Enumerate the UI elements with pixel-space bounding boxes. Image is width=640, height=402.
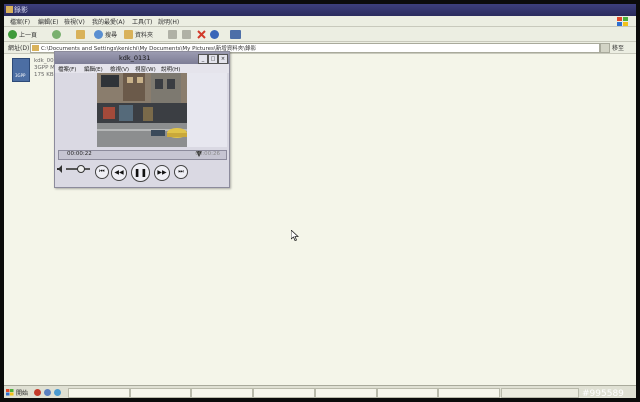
menu-tools[interactable]: 工具(T) xyxy=(132,17,152,26)
forward-button[interactable] xyxy=(52,29,61,39)
quick-launch-icon[interactable] xyxy=(44,389,51,396)
player-menu-view[interactable]: 檢視(V) xyxy=(110,65,129,73)
folders-label: 資料夾 xyxy=(135,31,154,39)
search-label: 搜尋 xyxy=(105,31,118,39)
move-to-button[interactable] xyxy=(168,29,177,39)
forward-arrow-icon xyxy=(52,29,61,39)
maximize-icon[interactable]: □ xyxy=(208,54,218,64)
back-button[interactable]: 上一頁 xyxy=(8,29,37,39)
video-side-panel xyxy=(187,73,227,147)
video-frame[interactable] xyxy=(97,73,187,147)
video-file-icon[interactable]: 3GPP xyxy=(12,58,30,82)
toolbar: 上一頁 搜尋 資料夾 xyxy=(4,27,636,42)
player-menu-help[interactable]: 說明(H) xyxy=(161,65,180,73)
back-arrow-icon xyxy=(8,29,17,39)
taskbar-window-button[interactable] xyxy=(376,388,439,398)
window-title: 錄影 xyxy=(14,6,28,14)
volume-icon xyxy=(57,165,62,173)
taskbar-window-button[interactable] xyxy=(68,388,130,398)
go-button[interactable]: 移至 xyxy=(612,43,624,52)
views-button[interactable] xyxy=(230,29,241,39)
move-to-icon xyxy=(168,29,177,39)
seek-bar[interactable]: 00:00:22 00:00:26 xyxy=(58,150,227,160)
taskbar: 開始 xyxy=(4,385,636,398)
rewind-icon: ◀◀ xyxy=(114,169,124,176)
playback-controls: ⏮ ◀◀ ❚❚ ▶▶ ⏭ xyxy=(55,160,229,186)
taskbar-window-button[interactable] xyxy=(253,388,315,398)
time-current: 00:00:22 xyxy=(67,151,92,157)
taskbar-window-button[interactable] xyxy=(438,388,500,398)
pause-button[interactable]: ❚❚ xyxy=(131,163,150,182)
fast-forward-button[interactable]: ▶▶ xyxy=(154,165,170,181)
copy-to-icon xyxy=(182,29,191,39)
search-button[interactable]: 搜尋 xyxy=(94,29,117,39)
taskbar-window-button[interactable] xyxy=(314,388,377,398)
player-menu-file[interactable]: 檔案(F) xyxy=(58,65,76,73)
windows-flag-icon xyxy=(6,389,14,396)
menu-view[interactable]: 檢視(V) xyxy=(64,17,85,26)
up-folder-button[interactable] xyxy=(76,29,85,39)
player-menu-window[interactable]: 視窗(W) xyxy=(135,65,156,73)
undo-button[interactable] xyxy=(210,29,219,39)
mouse-cursor-icon xyxy=(291,230,299,241)
start-label: 開始 xyxy=(16,390,29,397)
skip-end-icon: ⏭ xyxy=(178,168,184,175)
player-menu-edit[interactable]: 編輯(E) xyxy=(84,65,103,73)
menu-help[interactable]: 說明(H) xyxy=(158,17,179,26)
quick-launch-icon[interactable] xyxy=(54,389,61,396)
screen: 錄影 檔案(F) 編輯(E) 檢視(V) 我的最愛(A) 工具(T) 說明(H)… xyxy=(4,4,636,398)
close-icon[interactable]: × xyxy=(218,54,228,64)
menu-bar: 檔案(F) 編輯(E) 檢視(V) 我的最愛(A) 工具(T) 說明(H) xyxy=(4,16,636,27)
quick-launch-icon[interactable] xyxy=(34,389,41,396)
time-total: 00:00:26 xyxy=(195,151,220,157)
back-label: 上一頁 xyxy=(19,31,38,39)
delete-icon xyxy=(197,29,206,39)
file-size: 175 KB xyxy=(34,72,54,78)
up-folder-icon xyxy=(76,29,85,39)
skip-start-button[interactable]: ⏮ xyxy=(95,165,109,179)
folders-button[interactable]: 資料夾 xyxy=(124,29,153,39)
address-label: 網址(D) xyxy=(8,45,30,52)
address-dropdown-button[interactable] xyxy=(600,43,610,53)
windows-logo-icon xyxy=(617,17,628,26)
rewind-button[interactable]: ◀◀ xyxy=(111,165,127,181)
folder-icon xyxy=(6,6,13,13)
delete-button[interactable] xyxy=(197,29,206,39)
pause-icon: ❚❚ xyxy=(133,168,148,177)
fast-forward-icon: ▶▶ xyxy=(157,169,167,176)
file-type-badge: 3GPP xyxy=(15,73,26,78)
watermark-text: #995589 xyxy=(582,389,624,399)
skip-end-button[interactable]: ⏭ xyxy=(174,165,188,179)
system-tray xyxy=(501,388,579,398)
player-titlebar[interactable]: kdk_0131 _ □ × xyxy=(55,52,229,64)
window-titlebar[interactable]: 錄影 xyxy=(4,4,636,16)
taskbar-window-button[interactable] xyxy=(129,388,192,398)
menu-edit[interactable]: 編輯(E) xyxy=(38,17,58,26)
undo-icon xyxy=(210,29,219,39)
taskbar-window-button[interactable] xyxy=(191,388,254,398)
folders-icon xyxy=(124,29,133,39)
player-title: kdk_0131 xyxy=(119,54,151,62)
skip-start-icon: ⏮ xyxy=(99,168,105,175)
media-player-window[interactable]: kdk_0131 _ □ × 檔案(F) 編輯(E) 檢視(V) 視窗(W) 說… xyxy=(54,51,230,188)
start-button[interactable]: 開始 xyxy=(6,388,28,397)
player-menu-bar: 檔案(F) 編輯(E) 檢視(V) 視窗(W) 說明(H) xyxy=(55,64,229,73)
address-folder-icon xyxy=(32,45,39,51)
search-icon xyxy=(94,29,103,39)
menu-favorites[interactable]: 我的最愛(A) xyxy=(92,17,125,26)
menu-file[interactable]: 檔案(F) xyxy=(10,17,30,26)
copy-to-button[interactable] xyxy=(182,29,191,39)
volume-knob[interactable] xyxy=(77,165,86,173)
views-icon xyxy=(230,29,241,39)
minimize-icon[interactable]: _ xyxy=(198,54,208,64)
